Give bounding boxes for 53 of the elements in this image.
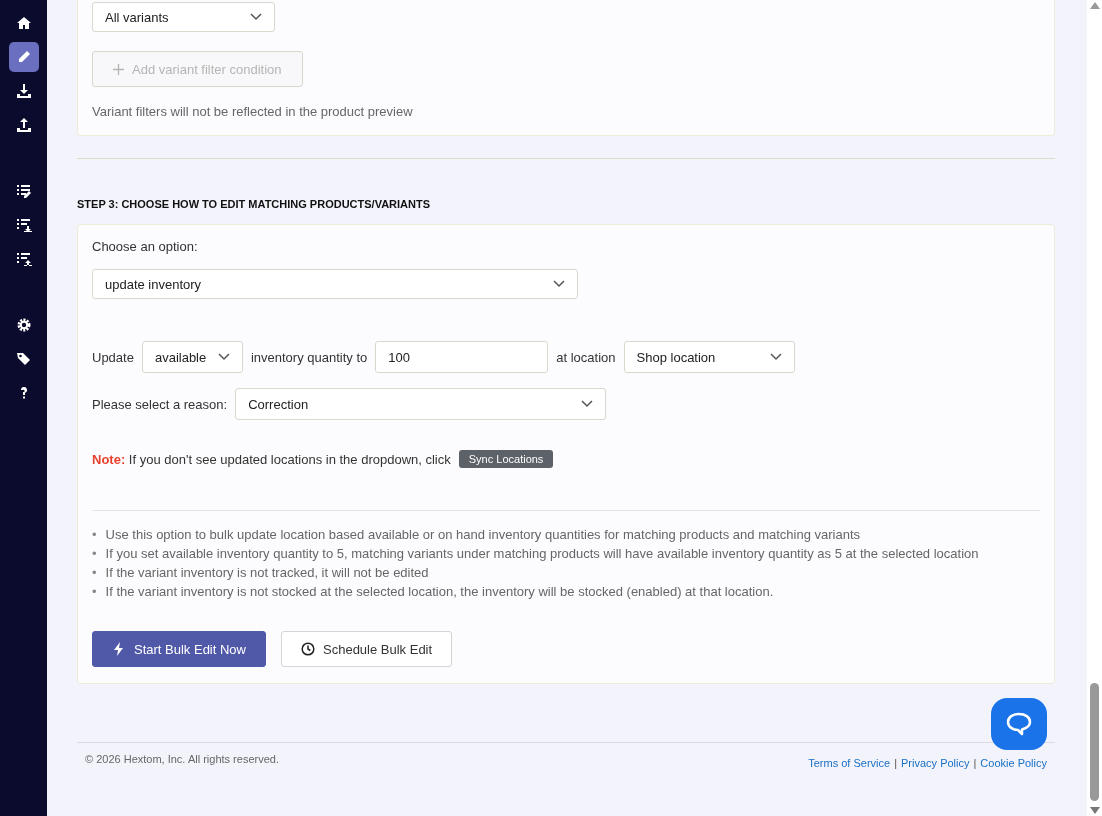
bullet: • <box>92 545 97 563</box>
chat-button[interactable] <box>991 698 1047 750</box>
list-edit-icon <box>15 183 32 199</box>
tags-icon <box>15 351 32 367</box>
option-select[interactable]: update inventory <box>92 269 578 299</box>
sync-locations-button[interactable]: Sync Locations <box>458 450 554 468</box>
upload-icon <box>15 117 32 133</box>
note-text: Note: If you don't see updated locations in the dropdown, click <box>92 451 451 467</box>
tip-text: If the variant inventory is not tracked, it will not be edited <box>105 564 429 582</box>
plus-icon <box>113 63 124 75</box>
pencil-nav-button[interactable] <box>8 42 39 72</box>
bullet: • <box>92 526 97 544</box>
quantity-label: inventory quantity to <box>250 349 368 365</box>
variant-filter-note: Variant filters will not be reflected in the product preview <box>92 104 414 119</box>
scroll-up-arrow-icon[interactable] <box>1089 2 1100 9</box>
footer-link[interactable]: Privacy Policy <box>901 757 970 769</box>
location-select[interactable]: Shop location <box>623 341 795 373</box>
variant-select[interactable]: All variants <box>92 2 275 32</box>
chevron-down-icon <box>769 353 782 361</box>
download-icon <box>15 83 32 99</box>
schedule-bulk-edit-button[interactable]: Schedule Bulk Edit <box>281 631 453 667</box>
quantity-field[interactable]: 100 <box>375 341 549 373</box>
footer-link[interactable]: Terms of Service <box>808 757 891 769</box>
lightning-icon <box>112 642 126 656</box>
chevron-down-icon <box>250 13 262 21</box>
copyright-text: © 2026 Hextom, Inc. All rights reserved. <box>85 753 279 767</box>
location-label: at location <box>556 349 616 365</box>
chevron-down-icon <box>553 280 565 288</box>
tip-text: If you set available inventory quantity to 5, matching variants under matching products will have available inventory quantity as 5 at the selected location <box>105 545 979 563</box>
start-bulk-edit-button[interactable]: Start Bulk Edit Now <box>92 631 266 667</box>
link-separator: | <box>973 757 977 769</box>
speech-bubble-icon <box>1006 712 1032 736</box>
bullet: • <box>92 583 97 601</box>
link-separator: | <box>894 757 898 769</box>
reason-select[interactable]: Correction <box>235 388 607 420</box>
bullet: • <box>92 564 97 582</box>
step-heading: STEP 3: CHOOSE HOW TO EDIT MATCHING PRODUCTS/VARIANTS <box>77 198 432 210</box>
home-icon <box>15 15 32 31</box>
gear-icon <box>15 317 32 333</box>
list-upload-icon <box>15 251 32 267</box>
quantity-type-select[interactable]: available <box>141 341 243 373</box>
update-label: Update <box>92 349 134 365</box>
list-download-icon <box>15 217 32 233</box>
chevron-down-icon <box>217 353 230 361</box>
chevron-down-icon <box>581 400 594 408</box>
tip-text: If the variant inventory is not stocked at the selected location, the inventory will be stocked (enabled) at that location. <box>105 583 774 601</box>
footer-link[interactable]: Cookie Policy <box>980 757 1047 769</box>
clock-icon <box>301 642 315 656</box>
scrollbar-thumb[interactable] <box>1090 683 1099 801</box>
option-label: Choose an option: <box>92 239 199 254</box>
scroll-down-arrow-icon[interactable] <box>1089 807 1100 814</box>
reason-label: Please select a reason: <box>92 396 228 412</box>
tip-text: Use this option to bulk update location based available or on hand inventory quantities for matching products and matching variants <box>105 526 861 544</box>
